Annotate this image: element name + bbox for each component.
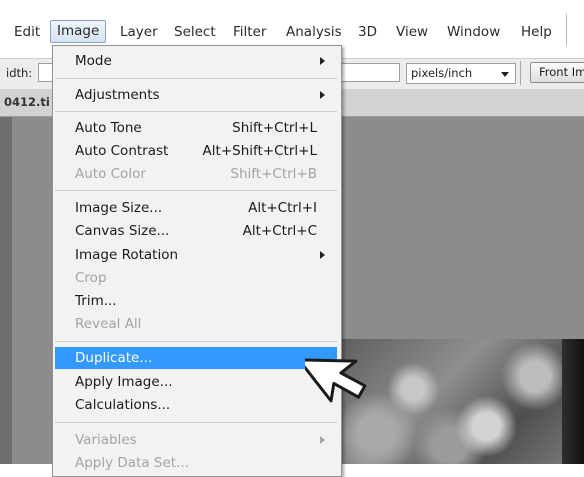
menu-item-label: Auto Tone	[75, 120, 142, 136]
menu-item-mode[interactable]: Mode	[55, 50, 337, 72]
menu-item-label: Image Size...	[75, 200, 163, 216]
resolution-unit-value: pixels/inch	[411, 66, 473, 80]
menu-3d[interactable]: 3D	[352, 22, 383, 43]
menu-item-shortcut: Alt+Ctrl+C	[242, 223, 317, 239]
menu-item-duplicate[interactable]: Duplicate...	[55, 347, 337, 369]
menu-separator	[55, 190, 337, 191]
menu-item-label: Image Rotation	[75, 247, 179, 263]
menu-analysis[interactable]: Analysis	[280, 22, 348, 43]
menu-item-image-rotation[interactable]: Image Rotation	[55, 244, 337, 266]
menu-item-auto-color: Auto Color Shift+Ctrl+B	[55, 163, 337, 185]
tools-panel-edge	[0, 117, 12, 464]
menu-item-label: Duplicate...	[75, 350, 153, 366]
pointer-arrow-icon	[305, 358, 367, 403]
menu-separator	[55, 78, 337, 79]
menu-item-shortcut: Alt+Ctrl+I	[248, 200, 317, 216]
menu-window[interactable]: Window	[441, 22, 506, 43]
image-menu-dropdown: Mode Adjustments Auto Tone Shift+Ctrl+L …	[52, 45, 342, 477]
menu-item-label: Crop	[75, 270, 107, 286]
menu-item-crop: Crop	[55, 267, 337, 289]
menu-item-label: Reveal All	[75, 316, 142, 332]
menu-item-auto-contrast[interactable]: Auto Contrast Alt+Shift+Ctrl+L	[55, 140, 337, 162]
menu-filter[interactable]: Filter	[227, 22, 272, 43]
menu-item-label: Variables	[75, 432, 137, 448]
document-tab[interactable]: 0412.ti	[4, 95, 50, 109]
menu-separator	[55, 111, 337, 112]
menu-item-shortcut: Alt+Shift+Ctrl+L	[202, 143, 317, 159]
menubar-divider	[566, 14, 567, 46]
chevron-right-icon	[320, 91, 325, 99]
menu-item-label: Calculations...	[75, 397, 171, 413]
menu-item-shortcut: Shift+Ctrl+B	[230, 166, 317, 182]
chevron-down-icon	[501, 72, 509, 77]
menu-help[interactable]: Help	[515, 22, 558, 43]
menu-item-trim[interactable]: Trim...	[55, 290, 337, 312]
menu-item-shortcut: Shift+Ctrl+L	[232, 120, 317, 136]
menu-item-label: Apply Image...	[75, 374, 173, 390]
menu-item-calculations[interactable]: Calculations...	[55, 394, 337, 416]
menu-item-apply-image[interactable]: Apply Image...	[55, 371, 337, 393]
menu-item-adjustments[interactable]: Adjustments	[55, 84, 337, 106]
chevron-right-icon	[320, 251, 325, 259]
menu-separator	[55, 341, 337, 342]
width-label: idth:	[6, 66, 33, 80]
options-divider	[520, 61, 521, 85]
menu-image[interactable]: Image	[50, 20, 107, 43]
menu-item-variables: Variables	[55, 429, 337, 451]
chevron-right-icon	[320, 57, 325, 65]
chevron-right-icon	[320, 436, 325, 444]
menu-item-label: Trim...	[75, 293, 117, 309]
menu-item-label: Auto Color	[75, 166, 146, 182]
menu-item-reveal-all: Reveal All	[55, 313, 337, 335]
menu-item-label: Canvas Size...	[75, 223, 170, 239]
menu-item-label: Adjustments	[75, 87, 160, 103]
menu-item-image-size[interactable]: Image Size... Alt+Ctrl+I	[55, 197, 337, 219]
menu-view[interactable]: View	[390, 22, 434, 43]
menu-item-apply-data-set: Apply Data Set...	[55, 452, 337, 474]
resolution-input[interactable]	[340, 63, 400, 82]
menu-edit[interactable]: Edit	[8, 22, 46, 43]
menu-item-label: Apply Data Set...	[75, 455, 189, 471]
resolution-unit-select[interactable]: pixels/inch	[406, 63, 516, 84]
menu-item-label: Auto Contrast	[75, 143, 169, 159]
menu-layer[interactable]: Layer	[114, 22, 164, 43]
menu-item-label: Mode	[75, 53, 112, 69]
front-image-button[interactable]: Front Im	[530, 62, 584, 83]
menu-separator	[55, 422, 337, 423]
menu-item-canvas-size[interactable]: Canvas Size... Alt+Ctrl+C	[55, 220, 337, 242]
canvas-dark-edge	[562, 339, 584, 464]
menu-item-auto-tone[interactable]: Auto Tone Shift+Ctrl+L	[55, 117, 337, 139]
menu-select[interactable]: Select	[168, 22, 222, 43]
